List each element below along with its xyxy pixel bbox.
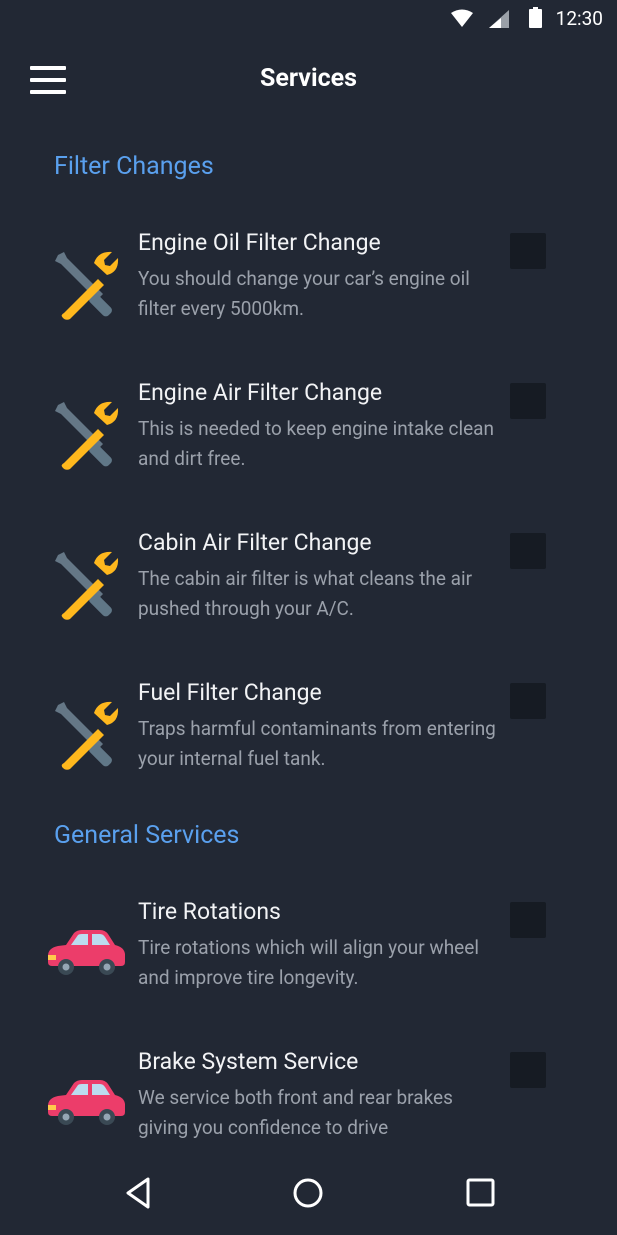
list-item[interactable]: Engine Oil Filter Change You should chang… [0, 229, 617, 353]
section-header-filter-changes: Filter Changes [54, 152, 214, 181]
list-item[interactable]: Fuel Filter Change Traps harmful contamin… [0, 679, 617, 803]
item-title: Engine Oil Filter Change [138, 229, 381, 256]
list-item[interactable]: Engine Air Filter Change This is needed t… [0, 379, 617, 503]
item-title: Brake System Service [138, 1048, 359, 1075]
home-icon[interactable] [286, 1171, 330, 1215]
page-title: Services [260, 64, 357, 93]
signal-icon [489, 10, 509, 28]
item-description: This is needed to keep engine intake cle… [138, 417, 494, 470]
item-title: Tire Rotations [138, 898, 281, 925]
checkbox[interactable] [510, 683, 546, 719]
checkbox[interactable] [510, 902, 546, 938]
checkbox[interactable] [510, 533, 546, 569]
recents-icon[interactable] [458, 1171, 502, 1215]
back-icon[interactable] [116, 1171, 160, 1215]
wrench-screwdriver-icon [46, 543, 126, 623]
wifi-icon [451, 9, 473, 27]
app-toolbar: Services [0, 40, 617, 122]
wrench-screwdriver-icon [46, 693, 126, 773]
wrench-screwdriver-icon [46, 243, 126, 323]
item-title: Engine Air Filter Change [138, 379, 383, 406]
list-item[interactable]: Cabin Air Filter Change The cabin air fil… [0, 529, 617, 653]
status-time: 12:30 [555, 7, 603, 30]
item-description: You should change your car’s engine oil … [138, 267, 470, 320]
list-item[interactable]: Tire Rotations Tire rotations which will … [0, 898, 617, 1022]
status-bar: 12:30 [0, 0, 617, 40]
item-description: Tire rotations which will align your whe… [138, 936, 479, 989]
car-icon [46, 912, 126, 992]
battery-icon [529, 7, 542, 28]
item-title: Cabin Air Filter Change [138, 529, 372, 556]
checkbox[interactable] [510, 383, 546, 419]
section-header-general-services: General Services [54, 821, 240, 850]
item-title: Fuel Filter Change [138, 679, 322, 706]
wrench-screwdriver-icon [46, 393, 126, 473]
navigation-bar [0, 1148, 617, 1235]
checkbox[interactable] [510, 233, 546, 269]
car-icon [46, 1062, 126, 1142]
checkbox[interactable] [510, 1052, 546, 1088]
item-description: Traps harmful contaminants from entering… [138, 717, 496, 770]
item-description: The cabin air filter is what cleans the … [138, 567, 473, 620]
item-description: We service both front and rear brakes gi… [138, 1086, 453, 1139]
